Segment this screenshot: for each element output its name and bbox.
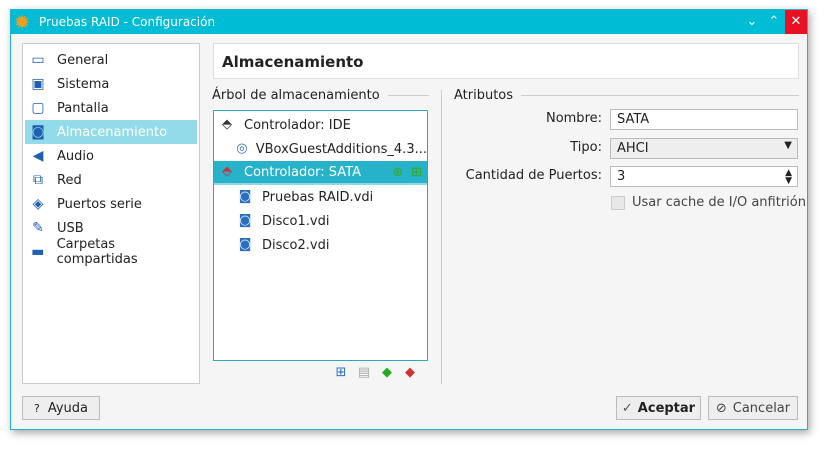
- host-cache-label: Usar cache de I/O anfitrión: [632, 195, 806, 210]
- sidebar-item-puertos-serie[interactable]: ◈ Puertos serie: [25, 192, 197, 216]
- sidebar-item-label: Red: [57, 172, 82, 188]
- ok-label: Aceptar: [637, 400, 696, 416]
- tree-item-label: Disco2.vdi: [262, 237, 330, 253]
- help-button[interactable]: ? Ayuda: [22, 396, 100, 420]
- add-attachment-icon[interactable]: ⊞: [333, 365, 349, 381]
- sidebar-item-label: Almacenamiento: [57, 124, 168, 140]
- storage-tree-label: Árbol de almacenamiento: [212, 88, 380, 103]
- tree-item-label: Controlador: IDE: [244, 117, 351, 133]
- sidebar-item-label: Pantalla: [57, 100, 109, 116]
- serial-port-icon: ◈: [32, 196, 44, 212]
- remove-attachment-icon[interactable]: ▤: [356, 365, 372, 381]
- host-cache-checkbox[interactable]: Usar cache de I/O anfitrión: [611, 195, 806, 210]
- sidebar-item-label: Audio: [57, 148, 94, 164]
- tree-item-ide-controller[interactable]: ⬘ Controlador: IDE: [214, 113, 427, 137]
- help-icon: ?: [33, 401, 40, 415]
- name-label: Nombre:: [545, 111, 602, 126]
- sidebar-item-label: Puertos serie: [57, 196, 142, 212]
- sidebar-item-label: Sistema: [57, 76, 110, 92]
- add-hard-disk-icon[interactable]: ⊞: [411, 165, 422, 180]
- window-title: Pruebas RAID - Configuración: [39, 15, 216, 29]
- help-label: Ayuda: [47, 400, 88, 416]
- sidebar-item-sistema[interactable]: ▣ Sistema: [25, 72, 197, 96]
- tree-item-disk[interactable]: ◙ Disco2.vdi: [214, 233, 427, 257]
- checkbox-box[interactable]: [611, 195, 625, 210]
- add-optical-drive-icon[interactable]: ⊕: [392, 165, 403, 180]
- minimize-button[interactable]: ⌄: [741, 10, 763, 34]
- cancel-icon: ⊘: [715, 400, 727, 416]
- spin-arrows-icon[interactable]: ▲ ▼: [785, 169, 792, 186]
- sidebar-item-label: General: [57, 52, 109, 68]
- gear-icon: ✹: [13, 10, 31, 34]
- storage-tree-group: Árbol de almacenamiento: [212, 88, 429, 103]
- attributes-group: Atributos: [454, 88, 799, 103]
- cancel-label: Cancelar: [732, 400, 791, 416]
- settings-window: ✹ Pruebas RAID - Configuración ⌄ ⌃ ✕ ▭ Ge…: [10, 9, 808, 430]
- maximize-button[interactable]: ⌃: [763, 10, 785, 34]
- type-label: Tipo:: [570, 140, 602, 155]
- sidebar-item-audio[interactable]: ◀ Audio: [25, 144, 197, 168]
- tree-item-disk[interactable]: ◙ Disco1.vdi: [214, 209, 427, 233]
- ports-label: Cantidad de Puertos:: [465, 168, 602, 183]
- storage-icon: ◙: [31, 124, 45, 140]
- close-button[interactable]: ✕: [785, 10, 807, 34]
- attributes-label: Atributos: [454, 88, 514, 103]
- tree-item-sata-controller[interactable]: ⬘ Controlador: SATA ⊕ ⊞: [214, 161, 427, 185]
- sidebar-item-label: Carpetas compartidas: [56, 237, 138, 267]
- sidebar-item-label: USB: [57, 220, 84, 236]
- tree-item-label: VBoxGuestAdditions_4.3...: [255, 141, 427, 157]
- storage-tree[interactable]: ⬘ Controlador: IDE ◎ VBoxGuestAdditions_4.…: [213, 110, 428, 361]
- monitor-icon: ▭: [31, 52, 45, 68]
- page-title: Almacenamiento: [213, 43, 799, 79]
- ports-value: 3: [617, 169, 626, 184]
- controller-icon: ⬘: [222, 117, 232, 132]
- cd-icon: ◎: [236, 141, 248, 156]
- hard-disk-icon: ◙: [238, 213, 252, 228]
- tree-item-label: Pruebas RAID.vdi: [262, 189, 374, 205]
- check-icon: ✓: [621, 400, 633, 416]
- sidebar: ▭ General ▣ Sistema ▢ Pantalla ◙ Almacenamie…: [22, 43, 200, 384]
- add-controller-icon[interactable]: ◆: [379, 365, 395, 381]
- sidebar-item-red[interactable]: ⧉ Red: [25, 168, 197, 192]
- sidebar-item-pantalla[interactable]: ▢ Pantalla: [25, 96, 197, 120]
- title-bar: ✹ Pruebas RAID - Configuración ⌄ ⌃ ✕: [11, 10, 807, 34]
- network-icon: ⧉: [33, 172, 43, 188]
- sidebar-item-carpetas-compartidas[interactable]: ▬ Carpetas compartidas: [25, 237, 197, 267]
- chevron-down-icon: ▼: [784, 140, 792, 151]
- name-input[interactable]: SATA: [610, 109, 798, 130]
- controller-icon: ⬘: [222, 164, 232, 179]
- divider: [441, 90, 442, 384]
- tree-toolbar: ⊞ ▤ ◆ ◆: [333, 365, 418, 381]
- cancel-button[interactable]: ⊘ Cancelar: [708, 396, 798, 420]
- tree-item-disk[interactable]: ◙ Pruebas RAID.vdi: [214, 185, 427, 209]
- tree-item-label: Controlador: SATA: [244, 164, 361, 180]
- hard-disk-icon: ◙: [238, 189, 252, 204]
- sidebar-item-general[interactable]: ▭ General: [25, 48, 197, 72]
- usb-icon: ✎: [32, 220, 44, 236]
- chip-icon: ▣: [31, 76, 45, 92]
- ok-button[interactable]: ✓ Aceptar: [616, 396, 701, 420]
- hard-disk-icon: ◙: [238, 237, 252, 252]
- type-value: AHCI: [617, 141, 649, 156]
- sidebar-item-almacenamiento[interactable]: ◙ Almacenamiento: [25, 120, 197, 144]
- ports-spinbox[interactable]: 3 ▲ ▼: [610, 166, 798, 187]
- type-select[interactable]: AHCI ▼: [610, 138, 798, 159]
- tree-item-label: Disco1.vdi: [262, 213, 330, 229]
- remove-controller-icon[interactable]: ◆: [402, 365, 418, 381]
- speaker-icon: ◀: [32, 148, 44, 164]
- tree-item-optical-disk[interactable]: ◎ VBoxGuestAdditions_4.3...: [214, 137, 427, 161]
- display-icon: ▢: [31, 100, 45, 116]
- folder-icon: ▬: [31, 244, 45, 260]
